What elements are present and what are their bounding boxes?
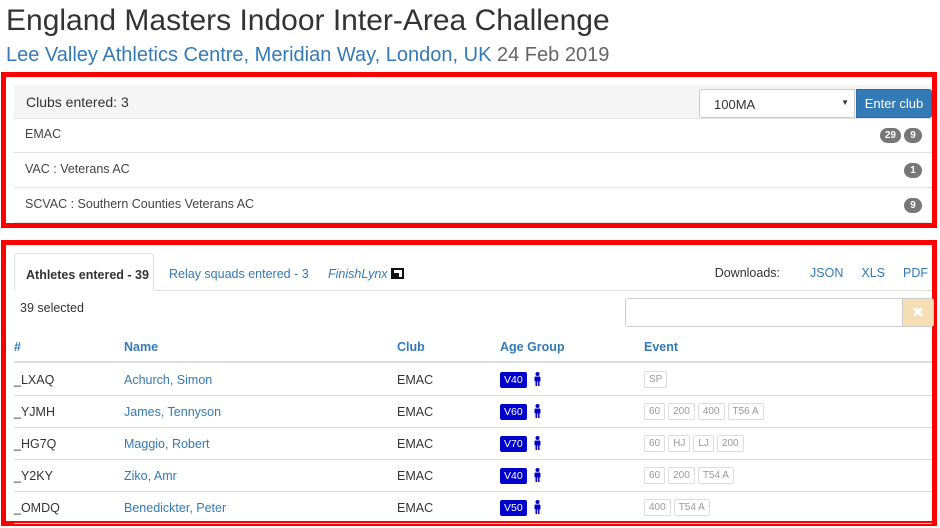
event-tag: 200 [668, 403, 695, 420]
event-tag: 400 [697, 403, 725, 420]
event-tag: 400 [644, 499, 671, 516]
count-badge: 9 [904, 128, 922, 143]
page-title: England Masters Indoor Inter-Area Challe… [6, 4, 610, 37]
clubs-panel-header: Clubs entered: 3 100MA ▼ Enter club [14, 85, 932, 119]
column-header-name[interactable]: Name [124, 340, 158, 354]
club-row[interactable]: SCVAC : Southern Counties Veterans AC 9 [14, 189, 932, 223]
athlete-club: EMAC [397, 501, 434, 515]
athlete-club: EMAC [397, 469, 434, 483]
filter-input[interactable] [626, 299, 903, 326]
count-badge: 9 [904, 198, 922, 213]
close-icon: ✖ [912, 304, 924, 320]
event-tag: LJ [693, 435, 714, 452]
club-name: SCVAC : Southern Counties Veterans AC [25, 197, 255, 211]
venue-link[interactable]: Lee Valley Athletics Centre, Meridian Wa… [6, 44, 491, 66]
clear-filter-button[interactable]: ✖ [902, 299, 933, 326]
club-badges: 1 [904, 163, 922, 178]
age-group-badge: V50 [500, 500, 527, 516]
event-tag: T54 A [673, 499, 710, 516]
table-row: _LXAQ Achurch, Simon EMAC V40 SP [14, 364, 932, 396]
club-badges: 29 9 [879, 128, 922, 143]
column-header-event[interactable]: Event [644, 340, 678, 354]
download-xls-link[interactable]: XLS [861, 266, 885, 280]
event-list: 400 T54 A [644, 499, 710, 516]
count-badge: 29 [879, 128, 901, 143]
downloads: Downloads: JSON XLS PDF [715, 266, 928, 280]
column-header-age-group[interactable]: Age Group [500, 340, 565, 354]
tab-relay-squads[interactable]: Relay squads entered - 3 [169, 253, 309, 291]
table-row: _HG7Q Maggio, Robert EMAC V70 60 HJ LJ 200 [14, 428, 932, 460]
clubs-panel: Clubs entered: 3 100MA ▼ Enter club EMAC… [1, 72, 937, 228]
column-header-club[interactable]: Club [397, 340, 425, 354]
event-tag: 60 [644, 403, 666, 420]
athletes-panel: Athletes entered - 39 Relay squads enter… [1, 240, 937, 526]
event-tag: 60 [644, 467, 666, 484]
club-select[interactable]: 100MA ▼ [699, 89, 855, 118]
filter-group: ✖ [625, 298, 934, 327]
tab-finishlynx[interactable]: FinishLynx [328, 253, 404, 291]
male-person-icon [534, 436, 541, 450]
selected-count: 39 selected [20, 301, 84, 315]
page-subtitle: Lee Valley Athletics Centre, Meridian Wa… [6, 44, 609, 67]
age-group-badge: V70 [500, 436, 527, 452]
athlete-name-link[interactable]: Ziko, Amr [124, 469, 177, 483]
athlete-id: _HG7Q [14, 437, 57, 451]
download-json-link[interactable]: JSON [810, 266, 843, 280]
athlete-id: _YJMH [14, 405, 55, 419]
event-tag: 60 [644, 435, 666, 452]
athlete-club: EMAC [397, 437, 434, 451]
event-tag: 200 [668, 467, 695, 484]
athlete-name-link[interactable]: James, Tennyson [124, 405, 221, 419]
downloads-label: Downloads: [714, 266, 781, 280]
tab-bar: Athletes entered - 39 Relay squads enter… [14, 253, 932, 291]
athlete-name-link[interactable]: Benedickter, Peter [124, 501, 226, 515]
male-person-icon [534, 372, 541, 386]
event-date: 24 Feb 2019 [497, 44, 610, 66]
athlete-name-link[interactable]: Achurch, Simon [124, 373, 212, 387]
club-row[interactable]: EMAC 29 9 [14, 119, 932, 153]
tab-athletes[interactable]: Athletes entered - 39 [14, 253, 154, 291]
clubs-count: Clubs entered: 3 [26, 94, 129, 110]
chevron-down-icon: ▼ [841, 98, 849, 107]
age-group-badge: V40 [500, 468, 527, 484]
athlete-club: EMAC [397, 405, 434, 419]
table-row: _YJMH James, Tennyson EMAC V60 60 200 400 T56 A [14, 396, 932, 428]
event-list: 60 200 400 T56 A [644, 403, 764, 420]
athlete-name-link[interactable]: Maggio, Robert [124, 437, 209, 451]
club-name: VAC : Veterans AC [25, 162, 130, 176]
event-tag: HJ [668, 435, 691, 452]
table-row: _OMDQ Benedickter, Peter EMAC V50 400 T54 A [14, 492, 932, 524]
event-tag: T54 A [697, 467, 734, 484]
club-select-value: 100MA [714, 97, 756, 112]
column-header-id[interactable]: # [14, 340, 21, 354]
club-row[interactable]: VAC : Veterans AC 1 [14, 154, 932, 188]
table-header: # Name Club Age Group Event [14, 335, 932, 363]
athlete-club: EMAC [397, 373, 434, 387]
athlete-id: _Y2KY [14, 469, 53, 483]
club-badges: 9 [904, 198, 922, 213]
age-group-badge: V40 [500, 372, 527, 388]
event-list: SP [644, 371, 668, 388]
finishlynx-label: FinishLynx [328, 267, 388, 281]
enter-club-button[interactable]: Enter club [856, 89, 932, 118]
event-list: 60 200 T54 A [644, 467, 734, 484]
download-pdf-link[interactable]: PDF [903, 266, 928, 280]
athlete-id: _LXAQ [14, 373, 55, 387]
age-group-badge: V60 [500, 404, 527, 420]
count-badge: 1 [904, 163, 922, 178]
club-name: EMAC [25, 127, 62, 141]
male-person-icon [534, 500, 541, 514]
event-tag: T56 A [727, 403, 764, 420]
event-tag: 200 [716, 435, 744, 452]
table-row: _Y2KY Ziko, Amr EMAC V40 60 200 T54 A [14, 460, 932, 492]
male-person-icon [534, 404, 541, 418]
athlete-id: _OMDQ [14, 501, 60, 515]
finishlynx-icon [390, 268, 404, 279]
event-tag: SP [644, 371, 668, 388]
male-person-icon [534, 468, 541, 482]
event-list: 60 HJ LJ 200 [644, 435, 744, 452]
